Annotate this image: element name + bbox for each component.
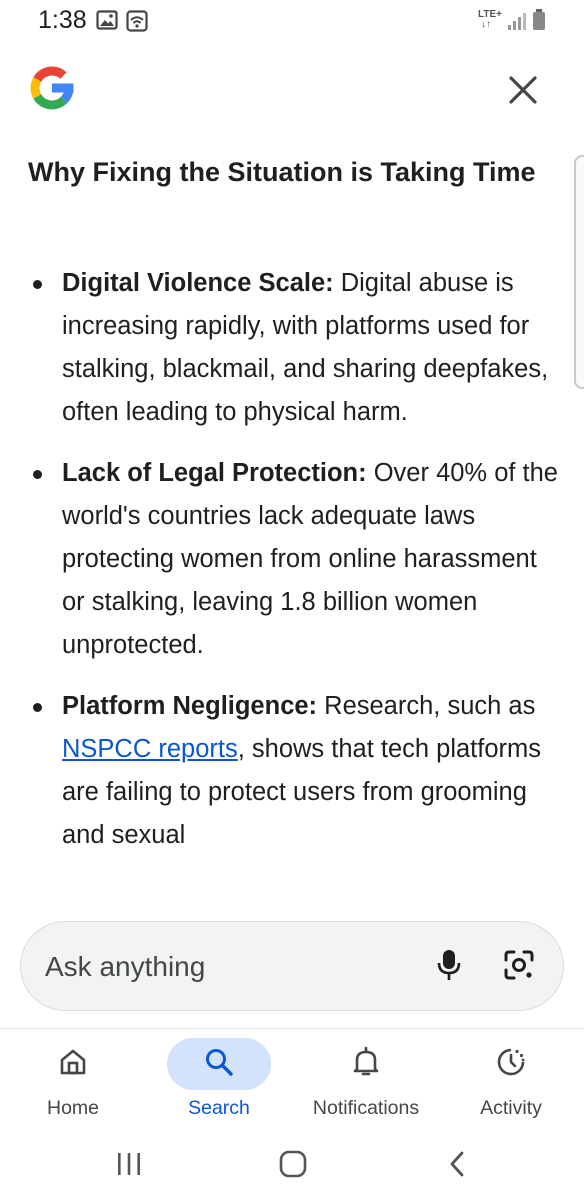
bullet-text: Over 40% of the world's countries lack a…: [62, 459, 558, 659]
bell-icon: [351, 1046, 381, 1083]
bullet-dot: [33, 470, 42, 479]
battery-icon: [532, 9, 546, 36]
home-circle-icon: [279, 1150, 307, 1183]
nav-search[interactable]: Search: [163, 1029, 275, 1135]
search-active-pill: [167, 1038, 271, 1090]
system-home-button[interactable]: [268, 1146, 318, 1186]
ask-input[interactable]: [45, 946, 365, 988]
nav-label-home: Home: [46, 1097, 100, 1119]
home-icon: [58, 1047, 88, 1082]
ask-bar: [20, 921, 564, 1011]
microphone-icon: [437, 949, 461, 986]
close-button[interactable]: [501, 70, 545, 114]
google-lens-icon: [503, 949, 535, 986]
nav-label-notifications: Notifications: [312, 1097, 420, 1119]
nav-home[interactable]: Home: [17, 1029, 129, 1135]
signal-icon: [507, 12, 527, 35]
nspcc-reports-link[interactable]: NSPCC reports: [62, 735, 238, 763]
wifi-icon: [126, 10, 148, 37]
status-bar: 1:38 LTE+ ↓↑: [0, 0, 584, 40]
bullet-term: Lack of Legal Protection:: [62, 459, 367, 487]
recents-icon: [116, 1152, 142, 1181]
scroll-handle[interactable]: [574, 155, 584, 389]
bullet-text: Research, such as: [317, 692, 536, 720]
gallery-icon: [96, 10, 118, 35]
lens-search-button[interactable]: [496, 944, 542, 990]
recents-button[interactable]: [104, 1146, 154, 1186]
close-icon: [508, 75, 538, 110]
bottom-navigation: Home Search Notifications Activity: [0, 1028, 584, 1134]
bell-icon-wrap: [322, 1038, 410, 1090]
back-icon: [447, 1150, 467, 1183]
bullet-dot: [33, 280, 42, 289]
bullet-term: Platform Negligence:: [62, 692, 318, 720]
search-icon: [204, 1047, 234, 1082]
activity-icon-wrap: [467, 1038, 555, 1090]
bullet-list: Digital Violence Scale: Digital abuse is…: [28, 262, 558, 875]
bullet-item-legal-protection: Lack of Legal Protection: Over 40% of th…: [28, 452, 558, 667]
network-arrows: ↓↑: [481, 19, 491, 30]
bullet-item-digital-violence: Digital Violence Scale: Digital abuse is…: [28, 262, 558, 434]
nav-label-activity: Activity: [480, 1097, 542, 1119]
bullet-term: Digital Violence Scale:: [62, 269, 334, 297]
nav-label-search: Search: [188, 1097, 250, 1119]
bullet-dot: [33, 703, 42, 712]
nav-activity[interactable]: Activity: [462, 1029, 560, 1135]
google-logo: [26, 62, 78, 114]
system-navigation-bar: [0, 1134, 584, 1200]
nav-notifications[interactable]: Notifications: [300, 1029, 432, 1135]
section-heading: Why Fixing the Situation is Taking Time: [28, 157, 536, 187]
activity-icon: [495, 1046, 527, 1083]
back-button[interactable]: [432, 1146, 482, 1186]
voice-search-button[interactable]: [426, 944, 472, 990]
bullet-item-platform-negligence: Platform Negligence: Research, such as N…: [28, 685, 558, 857]
status-time: 1:38: [38, 6, 87, 34]
home-icon-wrap: [29, 1038, 117, 1090]
